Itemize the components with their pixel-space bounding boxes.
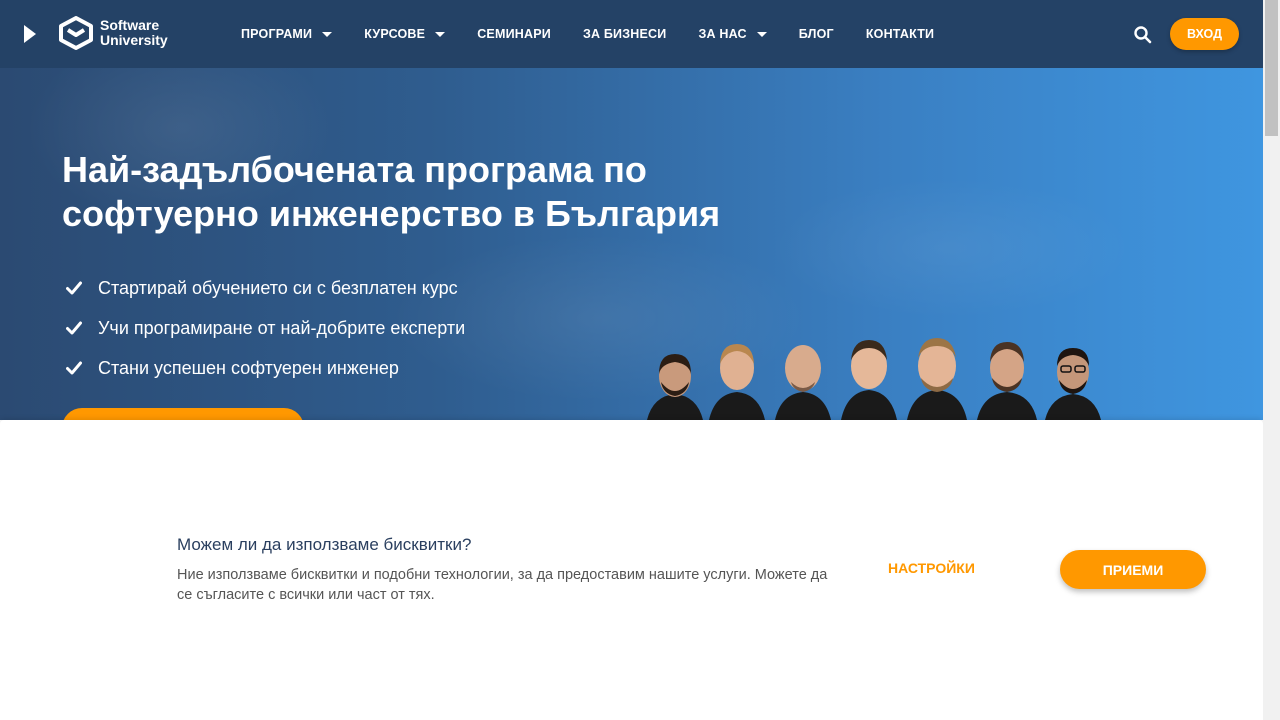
- hero-title: Най-задълбочената програма по софтуерно …: [62, 149, 721, 234]
- person: [907, 338, 967, 420]
- nav-item-blog[interactable]: БЛОГ: [799, 27, 834, 41]
- nav-item-business[interactable]: ЗА БИЗНЕСИ: [583, 27, 667, 41]
- cookie-banner: Можем ли да използваме бисквитки? Ние из…: [0, 420, 1263, 720]
- caret-down-icon: [756, 31, 767, 37]
- hero-cta-button[interactable]: [62, 408, 304, 420]
- play-menu-icon[interactable]: [22, 24, 38, 44]
- cookie-title: Можем ли да използваме бисквитки?: [177, 535, 472, 554]
- check-icon: [66, 321, 82, 335]
- nav-item-programs[interactable]: ПРОГРАМИ: [241, 27, 333, 41]
- cookie-accept-button[interactable]: ПРИЕМИ: [1060, 550, 1206, 589]
- person: [1045, 348, 1101, 420]
- nav-item-label: ЗА НАС: [698, 27, 747, 41]
- nav-item-label: КОНТАКТИ: [865, 27, 935, 41]
- nav-item-contacts[interactable]: КОНТАКТИ: [866, 27, 934, 41]
- logo[interactable]: Software University: [58, 16, 168, 50]
- nav-item-label: ПРОГРАМИ: [241, 27, 313, 41]
- hero-section: Най-задълбочената програма по софтуерно …: [0, 68, 1263, 420]
- scrollbar[interactable]: [1263, 0, 1280, 720]
- list-item: Учи програмиране от най-добрите експерти: [66, 308, 465, 348]
- nav-item-label: ЗА БИЗНЕСИ: [582, 27, 667, 41]
- cookie-settings-button[interactable]: НАСТРОЙКИ: [888, 560, 975, 576]
- instructors-photo: [647, 338, 1101, 420]
- person: [647, 354, 703, 420]
- logo-line-1: Software: [100, 17, 160, 33]
- logo-line-2: University: [100, 32, 168, 48]
- person: [841, 340, 897, 420]
- list-item: Стартирай обучението си с безплатен курс: [66, 268, 465, 308]
- nav-item-courses[interactable]: КУРСОВЕ: [364, 27, 446, 41]
- login-button[interactable]: ВХОД: [1170, 18, 1239, 50]
- nav-item-seminars[interactable]: СЕМИНАРИ: [477, 27, 551, 41]
- logo-icon: [59, 16, 93, 50]
- main-nav: ПРОГРАМИ КУРСОВЕ СЕМИНАРИ ЗА БИЗНЕСИ ЗА …: [241, 0, 934, 68]
- person: [977, 342, 1037, 420]
- nav-item-label: КУРСОВЕ: [364, 27, 426, 41]
- person: [709, 344, 765, 420]
- site-header: Software University ПРОГРАМИ КУРСОВЕ СЕМ…: [0, 0, 1263, 68]
- bullet-text: Стани успешен софтуерен инженер: [98, 357, 399, 378]
- logo-text: Software University: [100, 18, 168, 48]
- list-item: Стани успешен софтуерен инженер: [66, 348, 465, 388]
- nav-item-label: СЕМИНАРИ: [477, 27, 551, 41]
- nav-item-label: БЛОГ: [798, 27, 834, 41]
- caret-down-icon: [435, 31, 446, 37]
- search-icon[interactable]: [1133, 25, 1153, 45]
- cookie-text: Ние използваме бисквитки и подобни техно…: [177, 567, 828, 603]
- person: [775, 345, 831, 420]
- check-icon: [66, 281, 82, 295]
- bullet-text: Стартирай обучението си с безплатен курс: [98, 277, 458, 298]
- check-icon: [66, 361, 82, 375]
- bullet-text: Учи програмиране от най-добрите експерти: [98, 317, 466, 338]
- scrollbar-thumb[interactable]: [1265, 0, 1278, 136]
- caret-down-icon: [322, 31, 333, 37]
- nav-item-about[interactable]: ЗА НАС: [698, 27, 767, 41]
- hero-bullets: Стартирай обучението си с безплатен курс…: [66, 268, 465, 388]
